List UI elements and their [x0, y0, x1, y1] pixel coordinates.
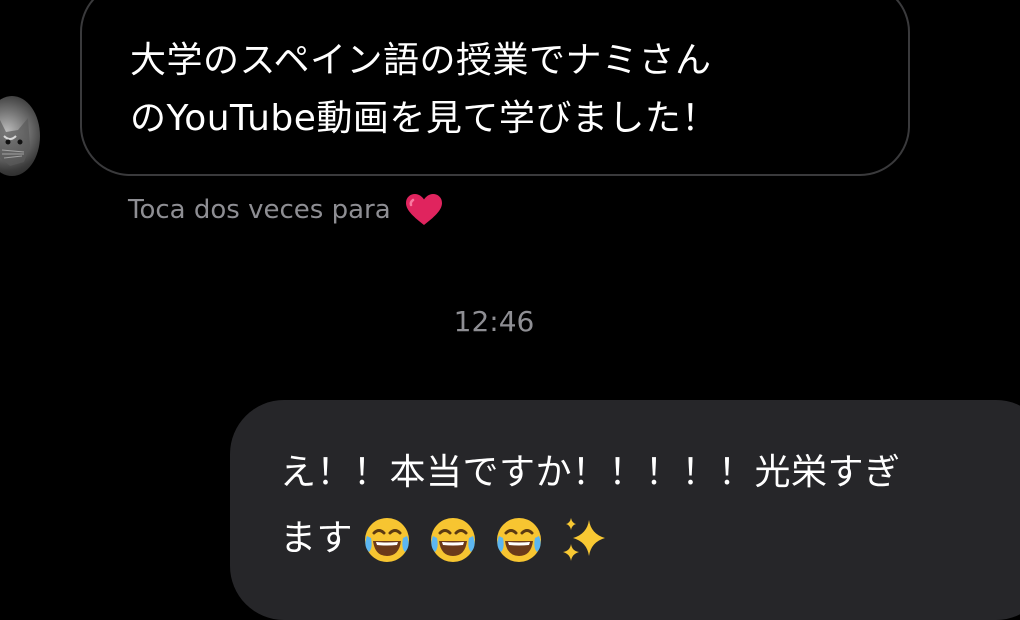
sent-message-bubble[interactable]: え！！本当ですか！！！！！光栄すぎ ます [230, 400, 1020, 620]
reaction-hint-text: Toca dos veces para [128, 195, 391, 225]
sparkles-icon [563, 518, 606, 561]
received-message-line-2: のYouTube動画を見て学びました！ [130, 98, 718, 139]
sent-message-line-2: ます [280, 506, 1020, 572]
face-with-tears-of-joy-icon [365, 518, 410, 562]
reaction-hint: Toca dos veces para [128, 192, 443, 228]
sent-message-line-1: え！！本当ですか！！！！！光栄すぎ [280, 452, 901, 493]
heart-icon[interactable] [405, 193, 443, 227]
face-with-tears-of-joy-icon [431, 518, 476, 562]
sent-message-line-2-text: ます [280, 518, 354, 559]
sent-message-emojis [361, 514, 625, 566]
face-with-tears-of-joy-icon [497, 518, 542, 562]
received-message-line-1: 大学のスペイン語の授業でナミさん [130, 40, 712, 81]
sender-avatar[interactable] [0, 96, 40, 176]
cat-photo [0, 118, 30, 166]
message-timestamp: 12:46 [453, 305, 535, 338]
received-message-bubble[interactable]: 大学のスペイン語の授業でナミさん のYouTube動画を見て学びました！ [80, 0, 910, 176]
